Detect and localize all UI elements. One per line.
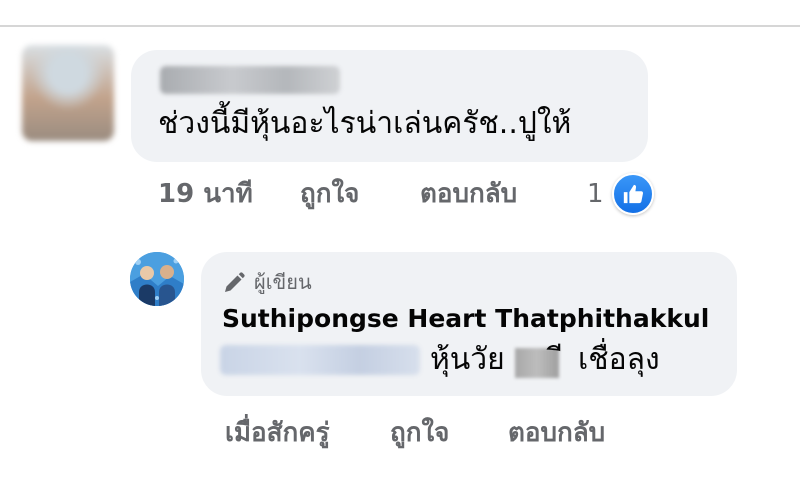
comment-timestamp[interactable]: 19 นาที <box>158 176 253 212</box>
author-badge-label: ผู้เขียน <box>254 270 312 294</box>
reaction-count[interactable]: 1 <box>587 176 604 212</box>
avatar[interactable] <box>22 45 114 141</box>
divider <box>0 25 800 27</box>
tagged-name-blurred[interactable] <box>220 345 420 375</box>
commenter-name-blurred[interactable] <box>160 66 340 94</box>
like-button[interactable]: ถูกใจ <box>300 176 359 212</box>
censored-text <box>515 348 559 378</box>
comment-text: ช่วงนี้มีหุ้นอะไรน่าเล่นครัช..ปูให้ <box>158 106 572 141</box>
reply-timestamp[interactable]: เมื่อสักครู่ <box>225 415 330 451</box>
reply-like-button[interactable]: ถูกใจ <box>390 415 449 451</box>
reply-button[interactable]: ตอบกลับ <box>420 176 517 212</box>
reply-text-part: หุ้นวัย <box>430 342 505 377</box>
reply-text-part: เชื่อลุง <box>578 342 660 377</box>
pencil-icon <box>222 271 246 299</box>
like-reaction-icon[interactable] <box>612 173 654 215</box>
author-name[interactable]: Suthipongse Heart Thatphithakkul <box>222 302 709 336</box>
author-avatar[interactable] <box>130 252 184 306</box>
reply-reply-button[interactable]: ตอบกลับ <box>508 415 605 451</box>
